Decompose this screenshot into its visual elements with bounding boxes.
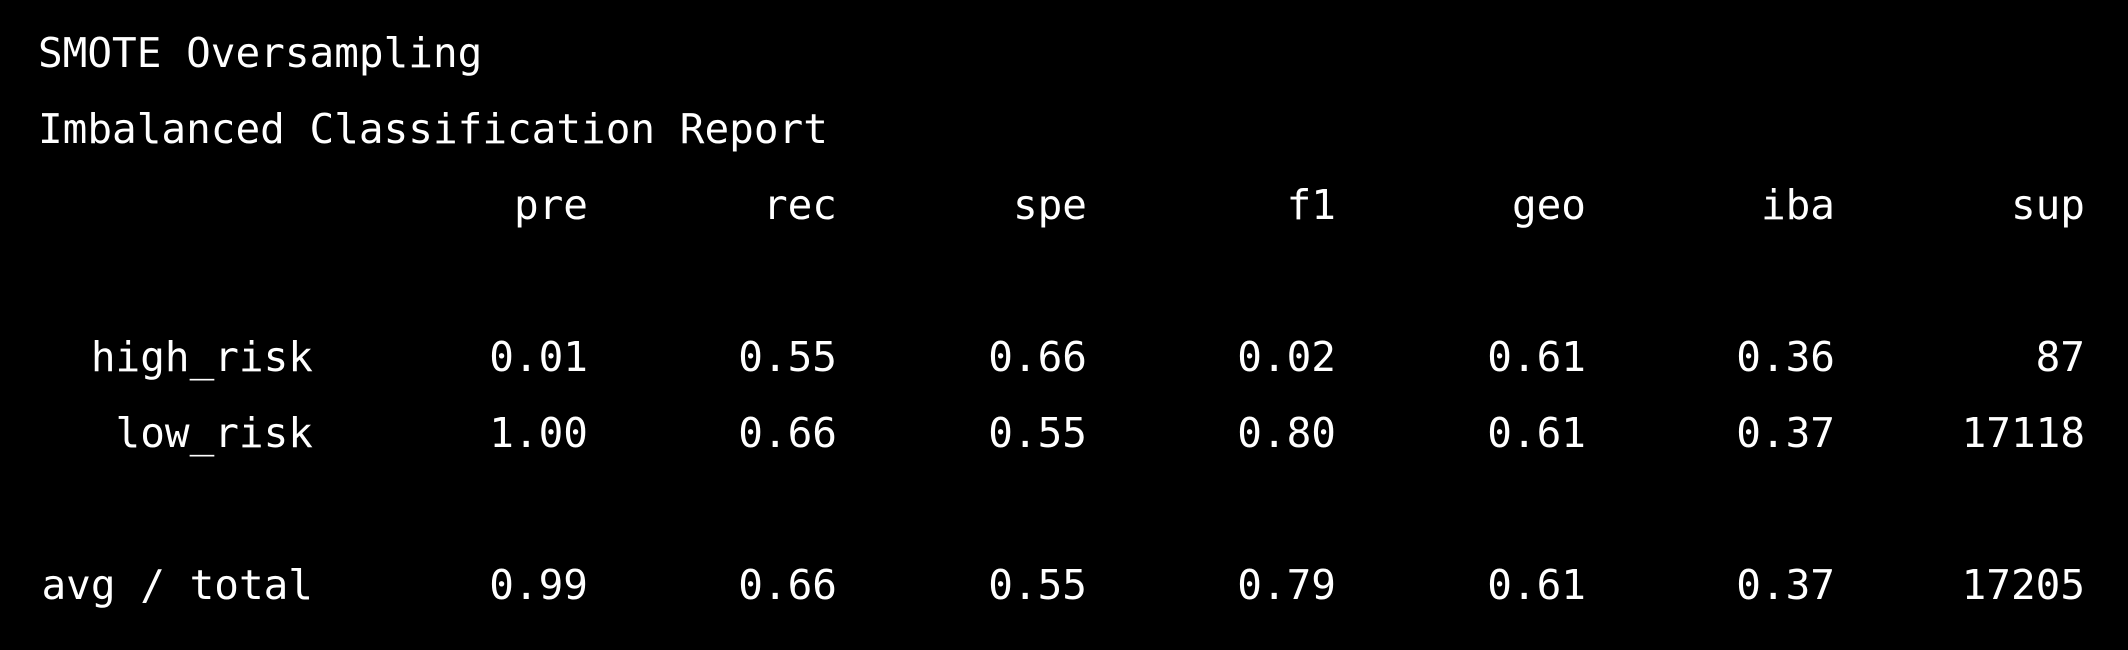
cell-sup: 87 xyxy=(2035,333,2085,381)
column-header-iba: iba xyxy=(1760,181,1835,229)
cell-geo: 0.61 xyxy=(1487,561,1586,609)
column-header-row: pre rec spe f1 geo iba sup xyxy=(0,185,2128,235)
cell-pre: 0.01 xyxy=(489,333,588,381)
cell-f1: 0.79 xyxy=(1237,561,1336,609)
table-row-avg-total: avg / total 0.99 0.66 0.55 0.79 0.61 0.3… xyxy=(0,565,2128,615)
cell-rec: 0.66 xyxy=(738,561,837,609)
cell-f1: 0.80 xyxy=(1237,409,1336,457)
row-label: low_risk xyxy=(115,409,313,457)
cell-iba: 0.37 xyxy=(1736,561,1835,609)
cell-geo: 0.61 xyxy=(1487,409,1586,457)
column-header-f1: f1 xyxy=(1286,181,1336,229)
table-row-high-risk: high_risk 0.01 0.55 0.66 0.02 0.61 0.36 … xyxy=(0,337,2128,387)
cell-pre: 0.99 xyxy=(489,561,588,609)
report-title: SMOTE Oversampling xyxy=(38,29,483,77)
cell-pre: 1.00 xyxy=(489,409,588,457)
column-header-rec: rec xyxy=(762,181,837,229)
cell-spe: 0.55 xyxy=(988,561,1087,609)
cell-spe: 0.55 xyxy=(988,409,1087,457)
cell-iba: 0.37 xyxy=(1736,409,1835,457)
cell-rec: 0.55 xyxy=(738,333,837,381)
report-subtitle: Imbalanced Classification Report xyxy=(38,105,828,153)
cell-rec: 0.66 xyxy=(738,409,837,457)
cell-sup: 17205 xyxy=(1961,561,2085,609)
column-header-geo: geo xyxy=(1511,181,1586,229)
table-row-low-risk: low_risk 1.00 0.66 0.55 0.80 0.61 0.37 1… xyxy=(0,413,2128,463)
column-header-pre: pre xyxy=(513,181,588,229)
column-header-sup: sup xyxy=(2010,181,2085,229)
cell-spe: 0.66 xyxy=(988,333,1087,381)
cell-geo: 0.61 xyxy=(1487,333,1586,381)
cell-iba: 0.36 xyxy=(1736,333,1835,381)
row-label: avg / total xyxy=(41,561,313,609)
cell-f1: 0.02 xyxy=(1237,333,1336,381)
column-header-spe: spe xyxy=(1012,181,1087,229)
cell-sup: 17118 xyxy=(1961,409,2085,457)
row-label: high_risk xyxy=(90,333,313,381)
